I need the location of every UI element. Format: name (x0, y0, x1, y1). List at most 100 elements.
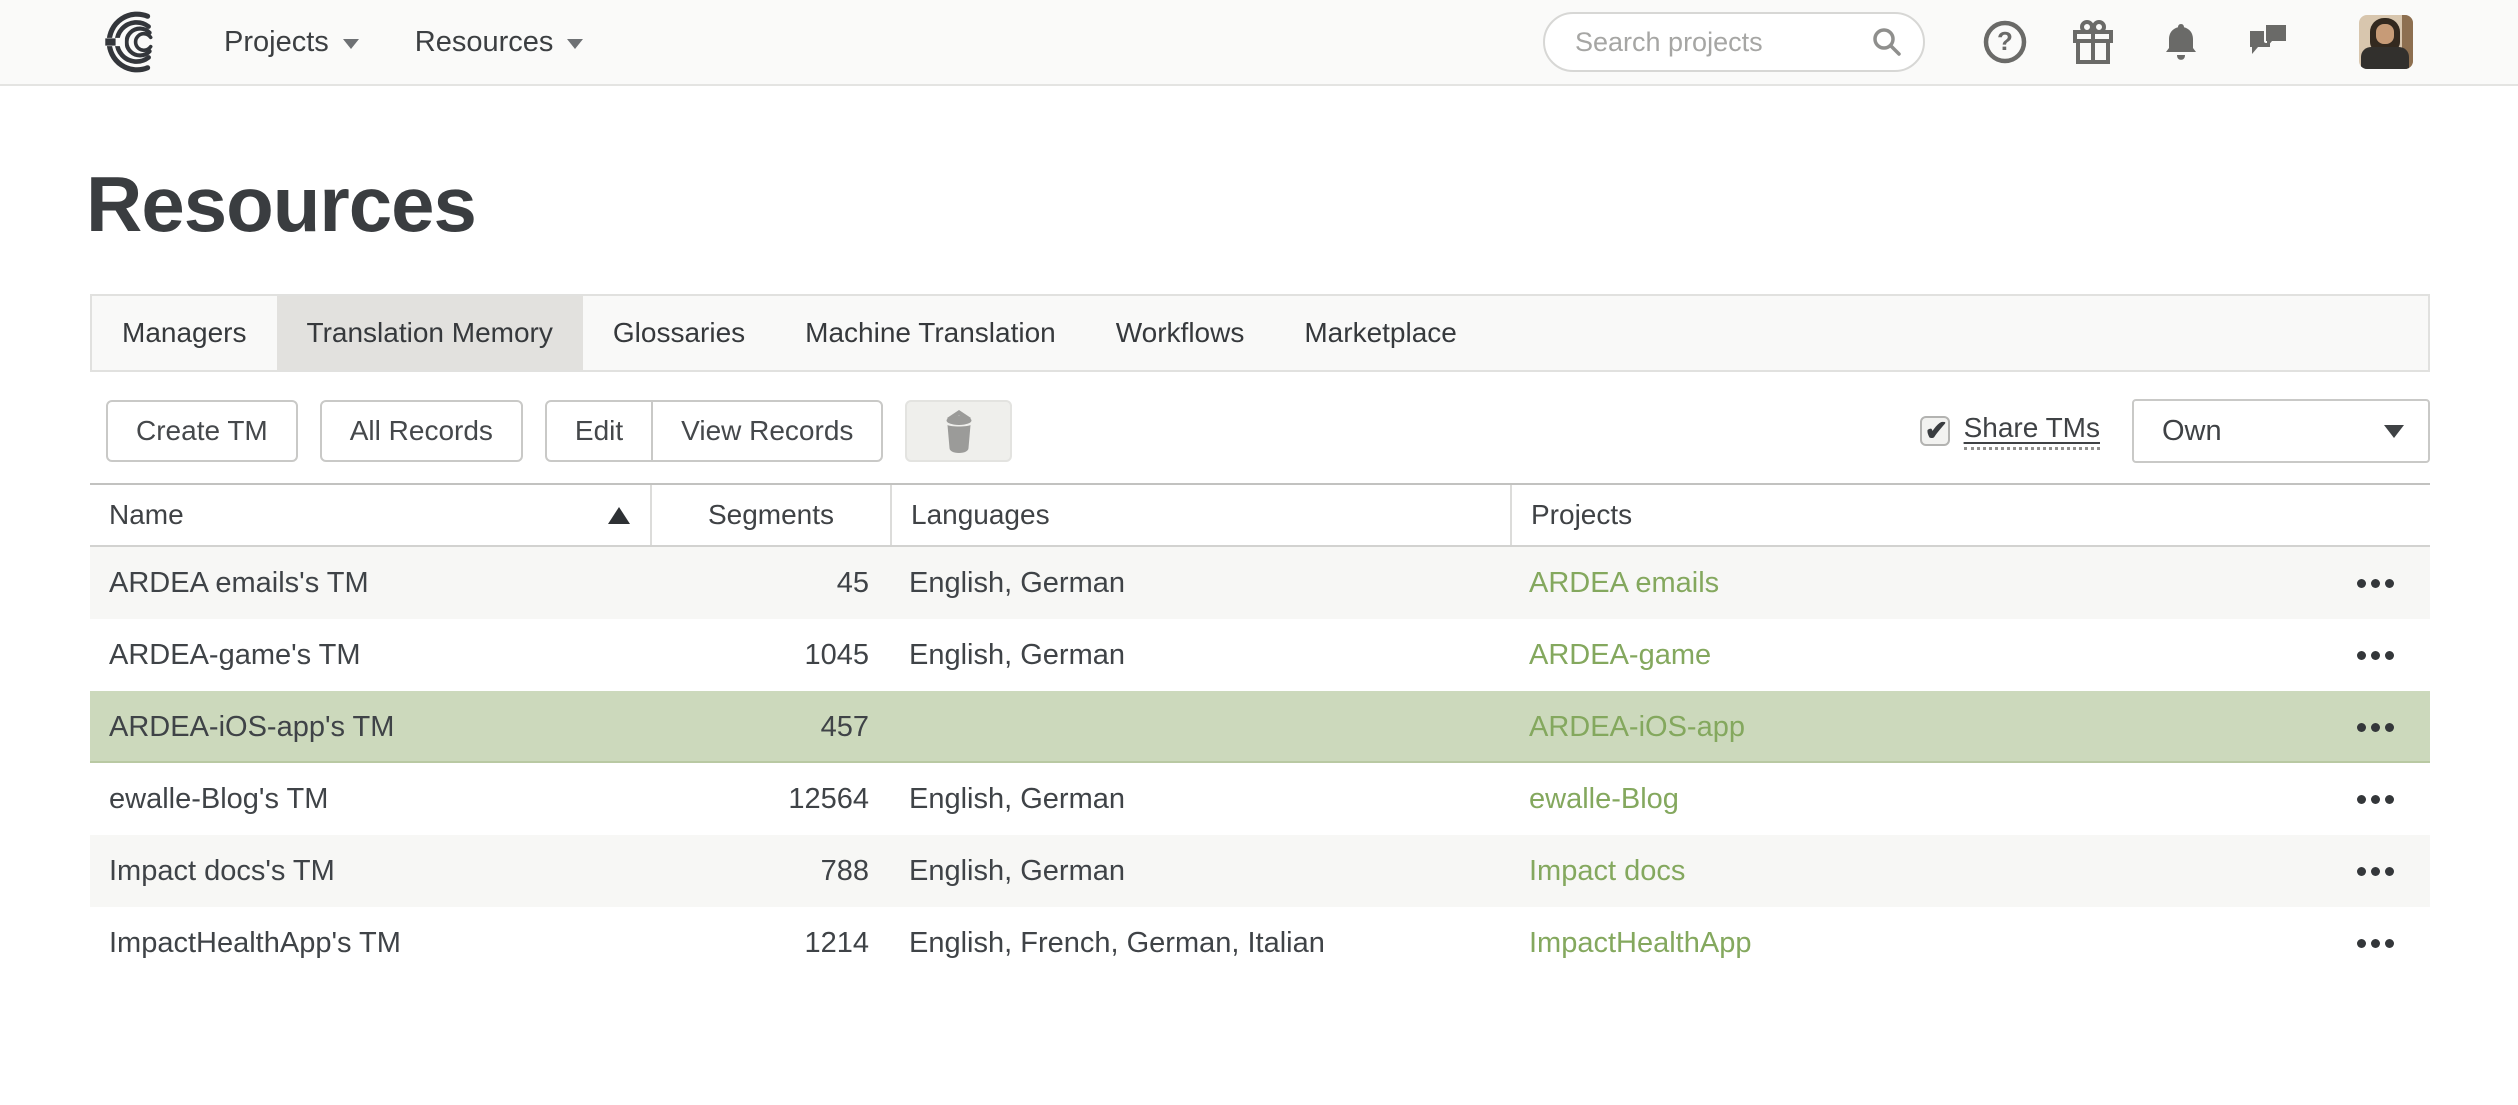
column-header-languages[interactable]: Languages (890, 485, 1510, 545)
tm-projects-cell: ARDEA emails (1510, 547, 2430, 619)
toolbar-right: Share TMs Own (1920, 399, 2430, 463)
tm-name-cell: Impact docs's TM (90, 835, 650, 907)
column-header-name[interactable]: Name (90, 485, 650, 545)
table-row[interactable]: Impact docs's TM 788 English, German Imp… (90, 835, 2430, 907)
nav-projects-label: Projects (224, 26, 329, 59)
create-tm-button[interactable]: Create TM (106, 400, 298, 462)
tab-glossaries[interactable]: Glossaries (583, 296, 775, 370)
tab-marketplace[interactable]: Marketplace (1274, 296, 1487, 370)
project-link[interactable]: ImpactHealthApp (1529, 927, 1751, 960)
tab-label: Marketplace (1304, 317, 1457, 349)
tm-name-cell: ARDEA-iOS-app's TM (90, 691, 650, 763)
tm-segments-cell: 457 (650, 691, 890, 763)
view-records-button[interactable]: View Records (651, 402, 881, 460)
table-body: ARDEA emails's TM 45 English, German ARD… (90, 547, 2430, 979)
ellipsis-icon (2385, 579, 2394, 588)
page-title: Resources (86, 156, 2430, 252)
column-header-segments[interactable]: Segments (650, 485, 890, 545)
nav-resources[interactable]: Resources (415, 26, 584, 59)
tm-projects-cell: ARDEA-game (1510, 619, 2430, 691)
search-icon[interactable] (1871, 26, 1903, 58)
search-box (1543, 12, 1925, 72)
row-menu-button[interactable] (2320, 691, 2430, 763)
tm-name-cell: ARDEA-game's TM (90, 619, 650, 691)
app-logo-icon[interactable] (96, 9, 162, 75)
avatar-body (2361, 47, 2409, 69)
scope-select[interactable]: Own (2132, 399, 2430, 463)
table-row[interactable]: ARDEA-game's TM 1045 English, German ARD… (90, 619, 2430, 691)
row-menu-button[interactable] (2320, 619, 2430, 691)
tab-label: Managers (122, 317, 247, 349)
ellipsis-icon (2371, 651, 2380, 660)
row-menu-button[interactable] (2320, 547, 2430, 619)
ellipsis-icon (2371, 795, 2380, 804)
tab-workflows[interactable]: Workflows (1086, 296, 1275, 370)
tm-segments-cell: 788 (650, 835, 890, 907)
toolbar-buttons: Create TM All Records Edit View Records (106, 400, 1012, 462)
project-link[interactable]: ARDEA emails (1529, 567, 1719, 600)
project-link[interactable]: Impact docs (1529, 855, 1685, 888)
ellipsis-icon (2371, 867, 2380, 876)
ellipsis-icon (2371, 723, 2380, 732)
ellipsis-icon (2385, 867, 2394, 876)
gifts-button[interactable] (2069, 18, 2117, 66)
user-avatar[interactable] (2359, 15, 2413, 69)
all-records-button[interactable]: All Records (320, 400, 523, 462)
tm-segments-cell: 12564 (650, 763, 890, 835)
chevron-down-icon (567, 39, 583, 49)
edit-view-button-group: Edit View Records (545, 400, 883, 462)
project-link[interactable]: ewalle-Blog (1529, 783, 1679, 816)
row-menu-button[interactable] (2320, 763, 2430, 835)
project-link[interactable]: ARDEA-game (1529, 639, 1711, 672)
help-button[interactable]: ? (1981, 18, 2029, 66)
column-header-name-label: Name (109, 499, 184, 531)
tab-machine-translation[interactable]: Machine Translation (775, 296, 1086, 370)
tm-languages-cell: English, French, German, Italian (890, 907, 1510, 979)
table-row[interactable]: ImpactHealthApp's TM 1214 English, Frenc… (90, 907, 2430, 979)
trash-icon (937, 408, 981, 454)
tab-translation-memory[interactable]: Translation Memory (277, 296, 583, 370)
gift-icon (2069, 18, 2117, 66)
main-nav: Projects Resources (224, 26, 583, 59)
edit-button[interactable]: Edit (547, 402, 651, 460)
row-menu-button[interactable] (2320, 835, 2430, 907)
ellipsis-icon (2357, 795, 2366, 804)
ellipsis-icon (2357, 939, 2366, 948)
tm-languages-cell (890, 691, 1510, 763)
delete-tm-button[interactable] (905, 400, 1012, 462)
tab-label: Glossaries (613, 317, 745, 349)
column-header-segments-label: Segments (708, 499, 834, 531)
table-row[interactable]: ewalle-Blog's TM 12564 English, German e… (90, 763, 2430, 835)
tab-label: Translation Memory (307, 317, 553, 349)
tm-projects-cell: ImpactHealthApp (1510, 907, 2430, 979)
svg-text:?: ? (1997, 26, 2013, 56)
share-tms-label[interactable]: Share TMs (1964, 412, 2100, 450)
tm-name-cell: ewalle-Blog's TM (90, 763, 650, 835)
topbar-iconbar: ? (1981, 15, 2413, 69)
tm-languages-cell: English, German (890, 763, 1510, 835)
table-row[interactable]: ARDEA-iOS-app's TM 457 ARDEA-iOS-app (90, 691, 2430, 763)
row-menu-button[interactable] (2320, 907, 2430, 979)
messages-button[interactable] (2245, 18, 2293, 66)
ellipsis-icon (2385, 795, 2394, 804)
ellipsis-icon (2371, 579, 2380, 588)
ellipsis-icon (2357, 723, 2366, 732)
ellipsis-icon (2371, 939, 2380, 948)
ellipsis-icon (2357, 651, 2366, 660)
tab-managers[interactable]: Managers (92, 296, 277, 370)
share-tms-checkbox[interactable] (1920, 416, 1950, 446)
ellipsis-icon (2385, 939, 2394, 948)
tm-projects-cell: ARDEA-iOS-app (1510, 691, 2430, 763)
tm-projects-cell: Impact docs (1510, 835, 2430, 907)
search-input[interactable] (1543, 12, 1925, 72)
table-header: Name Segments Languages Projects (90, 483, 2430, 547)
avatar-face (2376, 24, 2394, 44)
table-row[interactable]: ARDEA emails's TM 45 English, German ARD… (90, 547, 2430, 619)
notifications-button[interactable] (2157, 18, 2205, 66)
project-link[interactable]: ARDEA-iOS-app (1529, 711, 1745, 744)
topbar: Projects Resources ? (0, 0, 2518, 86)
nav-projects[interactable]: Projects (224, 26, 359, 59)
speech-bubbles-icon (2246, 19, 2292, 65)
scope-select-value: Own (2162, 415, 2222, 448)
column-header-projects[interactable]: Projects (1510, 485, 2430, 545)
